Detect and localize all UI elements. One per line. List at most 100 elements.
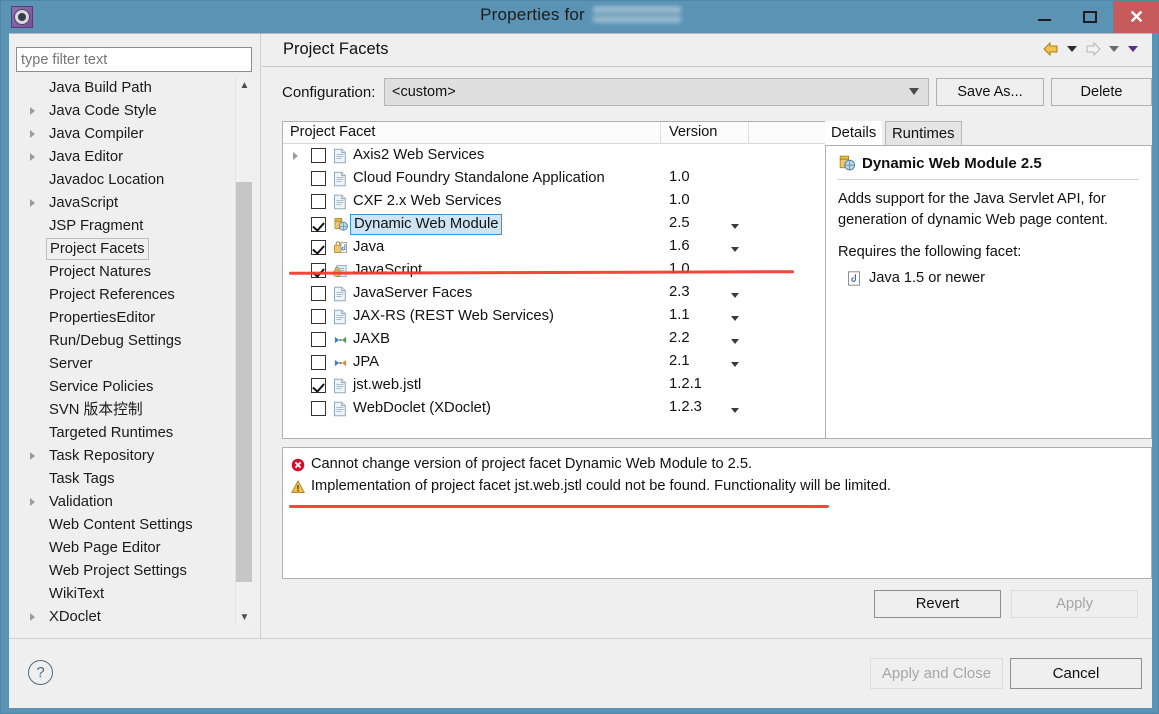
facet-row[interactable]: Cloud Foundry Standalone Application 1.0 — [283, 167, 826, 190]
settings-tree-scrollbar[interactable]: ▲ ▼ — [235, 77, 252, 626]
delete-button[interactable]: Delete — [1051, 78, 1152, 106]
sidebar-item-project-facets[interactable]: Project Facets — [16, 238, 231, 261]
revert-button[interactable]: Revert — [874, 590, 1001, 618]
tab-runtimes[interactable]: Runtimes — [885, 121, 962, 145]
sidebar-item-java-build-path[interactable]: Java Build Path — [16, 77, 231, 100]
sidebar-item-java-editor[interactable]: Java Editor — [16, 146, 231, 169]
sidebar-item-web-page-editor[interactable]: Web Page Editor — [16, 537, 231, 560]
sidebar-item-label: JSP Fragment — [49, 218, 144, 234]
sidebar-item-targeted-runtimes[interactable]: Targeted Runtimes — [16, 422, 231, 445]
facet-checkbox[interactable] — [311, 217, 326, 232]
forward-history-chevron-down-icon[interactable] — [1109, 46, 1119, 52]
facet-row[interactable]: JavaServer Faces 2.3 — [283, 282, 826, 305]
expand-triangle-icon[interactable] — [30, 107, 35, 115]
expand-triangle-icon[interactable] — [30, 613, 35, 621]
sidebar-item-server[interactable]: Server — [16, 353, 231, 376]
filter-input[interactable] — [16, 47, 252, 72]
expand-triangle-icon[interactable] — [30, 498, 35, 506]
apply-button: Apply — [1011, 590, 1138, 618]
version-chevron-down-icon[interactable] — [731, 293, 739, 298]
column-header-version: Version — [669, 124, 718, 140]
facet-checkbox[interactable] — [311, 332, 326, 347]
sidebar-item-label: Javadoc Location — [49, 172, 165, 188]
facet-checkbox[interactable] — [311, 355, 326, 370]
sidebar-item-propertieseditor[interactable]: PropertiesEditor — [16, 307, 231, 330]
sidebar-item-service-policies[interactable]: Service Policies — [16, 376, 231, 399]
tab-details[interactable]: Details — [825, 121, 883, 145]
facet-checkbox[interactable] — [311, 148, 326, 163]
expand-triangle-icon[interactable] — [30, 452, 35, 460]
facet-row[interactable]: Dynamic Web Module 2.5 — [283, 213, 826, 236]
expand-triangle-icon[interactable] — [30, 130, 35, 138]
facet-checkbox[interactable] — [311, 171, 326, 186]
sidebar-item-project-references[interactable]: Project References — [16, 284, 231, 307]
facet-row[interactable]: JavaScript 1.0 — [283, 259, 826, 282]
facet-row[interactable]: CXF 2.x Web Services 1.0 — [283, 190, 826, 213]
facet-version: 1.2.1 — [669, 376, 702, 392]
sidebar-item-label: XDoclet — [49, 609, 101, 625]
sidebar-item-project-natures[interactable]: Project Natures — [16, 261, 231, 284]
jpa-arrows-icon — [333, 355, 348, 371]
facet-row[interactable]: JAX-RS (REST Web Services) 1.1 — [283, 305, 826, 328]
sidebar-item-validation[interactable]: Validation — [16, 491, 231, 514]
back-history-chevron-down-icon[interactable] — [1067, 46, 1077, 52]
sidebar-item-javascript[interactable]: JavaScript — [16, 192, 231, 215]
sidebar-item-java-code-style[interactable]: Java Code Style — [16, 100, 231, 123]
sidebar-item-wikitext[interactable]: WikiText — [16, 583, 231, 606]
version-chevron-down-icon[interactable] — [731, 316, 739, 321]
version-chevron-down-icon[interactable] — [731, 247, 739, 252]
back-arrow-icon[interactable] — [1042, 41, 1060, 57]
facet-checkbox[interactable] — [311, 378, 326, 393]
save-as-button[interactable]: Save As... — [936, 78, 1044, 106]
help-question-icon[interactable]: ? — [28, 660, 53, 685]
expand-triangle-icon[interactable] — [30, 153, 35, 161]
project-facet-table[interactable]: Project Facet Version Axis2 Web Services… — [282, 121, 827, 439]
facet-version: 1.6 — [669, 238, 690, 254]
sidebar-item-web-content-settings[interactable]: Web Content Settings — [16, 514, 231, 537]
properties-dialog-window: Properties for ✕ Java Build Path Java Cod… — [0, 0, 1159, 714]
facet-row[interactable]: jst.web.jstl 1.2.1 — [283, 374, 826, 397]
cancel-button[interactable]: Cancel — [1010, 658, 1142, 689]
version-chevron-down-icon[interactable] — [731, 408, 739, 413]
version-chevron-down-icon[interactable] — [731, 339, 739, 344]
view-menu-chevron-down-icon[interactable] — [1128, 46, 1138, 52]
details-requires-item: Java 1.5 or newer — [869, 270, 986, 286]
maximize-button[interactable] — [1067, 1, 1113, 33]
configuration-select[interactable]: <custom> — [384, 78, 929, 106]
sidebar-item-java-compiler[interactable]: Java Compiler — [16, 123, 231, 146]
facet-version: 2.2 — [669, 330, 690, 346]
facet-checkbox[interactable] — [311, 194, 326, 209]
scroll-up-icon[interactable]: ▲ — [236, 77, 252, 94]
sidebar-item-web-project-settings[interactable]: Web Project Settings — [16, 560, 231, 583]
facet-row[interactable]: JPA 2.1 — [283, 351, 826, 374]
version-chevron-down-icon[interactable] — [731, 362, 739, 367]
sidebar-item-task-tags[interactable]: Task Tags — [16, 468, 231, 491]
sidebar-item-task-repository[interactable]: Task Repository — [16, 445, 231, 468]
sidebar-item-label: JavaScript — [49, 195, 119, 211]
facet-checkbox[interactable] — [311, 309, 326, 324]
dialog-footer: ? Apply and Close Cancel — [9, 638, 1152, 708]
sidebar-item-jsp-fragment[interactable]: JSP Fragment — [16, 215, 231, 238]
sidebar-item-run-debug-settings[interactable]: Run/Debug Settings — [16, 330, 231, 353]
warning-message-row: Implementation of project facet jst.web.… — [289, 475, 1145, 497]
minimize-button[interactable] — [1021, 1, 1067, 33]
facet-checkbox[interactable] — [311, 401, 326, 416]
facet-row[interactable]: Java 1.6 — [283, 236, 826, 259]
close-button[interactable]: ✕ — [1113, 1, 1159, 33]
version-chevron-down-icon[interactable] — [731, 224, 739, 229]
facet-checkbox[interactable] — [311, 240, 326, 255]
expand-triangle-icon[interactable] — [293, 152, 298, 160]
sidebar-item-svn[interactable]: SVN 版本控制 — [16, 399, 231, 422]
scrollbar-thumb[interactable] — [236, 182, 252, 582]
sidebar-item-xdoclet[interactable]: XDoclet — [16, 606, 231, 626]
facet-row[interactable]: WebDoclet (XDoclet) 1.2.3 — [283, 397, 826, 420]
facet-row[interactable]: Axis2 Web Services — [283, 144, 826, 167]
sidebar-item-javadoc-location[interactable]: Javadoc Location — [16, 169, 231, 192]
facet-checkbox[interactable] — [311, 263, 326, 278]
forward-arrow-icon[interactable] — [1084, 41, 1102, 57]
facet-checkbox[interactable] — [311, 286, 326, 301]
facet-row[interactable]: JAXB 2.2 — [283, 328, 826, 351]
close-icon: ✕ — [1128, 7, 1145, 27]
expand-triangle-icon[interactable] — [30, 199, 35, 207]
scroll-down-icon[interactable]: ▼ — [236, 609, 252, 626]
